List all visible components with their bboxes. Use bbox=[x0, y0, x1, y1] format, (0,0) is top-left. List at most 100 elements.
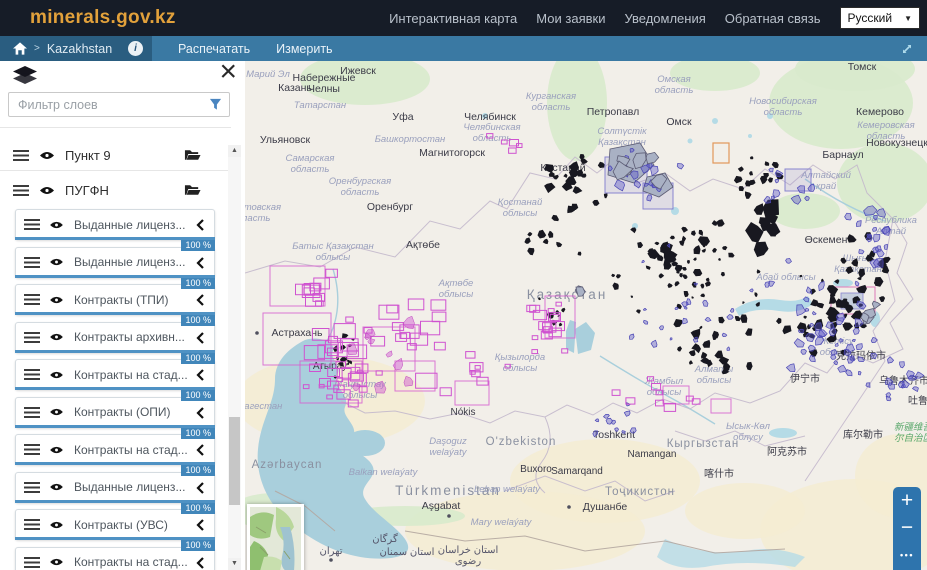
collapse-chevron-icon[interactable] bbox=[196, 219, 204, 231]
map-label: Azərbaycan bbox=[252, 459, 323, 471]
map-feature bbox=[642, 260, 645, 262]
scrollbar-thumb[interactable] bbox=[229, 417, 240, 505]
language-select[interactable]: Русский ▼ bbox=[840, 7, 920, 29]
map-feature bbox=[527, 232, 532, 236]
map-feature bbox=[856, 221, 861, 227]
eye-visibility-icon[interactable] bbox=[49, 407, 65, 417]
map-feature bbox=[727, 315, 733, 320]
close-icon[interactable]: × bbox=[219, 61, 237, 87]
filter-funnel-icon[interactable] bbox=[209, 98, 222, 111]
map-feature bbox=[871, 353, 877, 358]
map-feature bbox=[730, 308, 734, 312]
zoom-out-button[interactable]: − bbox=[893, 514, 921, 541]
layers-icon[interactable] bbox=[12, 66, 38, 93]
eye-visibility-icon[interactable] bbox=[49, 257, 65, 267]
drag-handle-icon[interactable] bbox=[24, 407, 40, 418]
drag-handle-icon[interactable] bbox=[24, 257, 40, 268]
collapse-chevron-icon[interactable] bbox=[196, 369, 204, 381]
home-icon[interactable] bbox=[13, 42, 27, 55]
nav-my-applications[interactable]: Мои заявки bbox=[536, 11, 605, 26]
layer-card: Контракты на стад...100 % bbox=[15, 359, 215, 390]
measure-button[interactable]: Измерить bbox=[276, 42, 332, 56]
drag-handle-icon[interactable] bbox=[24, 557, 40, 568]
map-feature bbox=[611, 274, 615, 277]
collapse-chevron-icon[interactable] bbox=[196, 557, 204, 569]
map-label: 阿克苏市 bbox=[767, 445, 807, 458]
map-feature bbox=[684, 291, 689, 297]
eye-visibility-icon[interactable] bbox=[39, 185, 55, 196]
map-feature bbox=[646, 152, 659, 163]
layer-card: Выданные лиценз...100 % bbox=[15, 209, 215, 240]
collapse-chevron-icon[interactable] bbox=[196, 444, 204, 456]
map-feature bbox=[699, 230, 703, 236]
eye-visibility-icon[interactable] bbox=[49, 220, 65, 230]
open-folder-icon[interactable] bbox=[184, 148, 201, 161]
drag-handle-icon[interactable] bbox=[13, 150, 29, 161]
map-feature bbox=[551, 215, 558, 221]
nav-notifications[interactable]: Уведомления bbox=[624, 11, 705, 26]
site-logo[interactable]: minerals.gov.kz bbox=[30, 7, 176, 29]
drag-handle-icon[interactable] bbox=[24, 444, 40, 455]
overview-minimap[interactable] bbox=[247, 504, 304, 570]
map-feature bbox=[651, 166, 659, 176]
collapse-chevron-icon[interactable] bbox=[196, 332, 204, 344]
eye-visibility-icon[interactable] bbox=[49, 295, 65, 305]
drag-handle-icon[interactable] bbox=[24, 519, 40, 530]
zoom-in-button[interactable]: + bbox=[893, 487, 921, 514]
collapse-chevron-icon[interactable] bbox=[196, 407, 204, 419]
nav-feedback[interactable]: Обратная связь bbox=[725, 11, 821, 26]
map-label: 库尔勒市 bbox=[843, 428, 883, 441]
collapse-chevron-icon[interactable] bbox=[196, 257, 204, 269]
eye-visibility-icon[interactable] bbox=[49, 445, 65, 455]
map-canvas[interactable]: Марий ЭлИжевскНабережныеЧелныКазаньТатар… bbox=[245, 61, 927, 570]
map-feature bbox=[742, 301, 745, 304]
drag-handle-icon[interactable] bbox=[24, 482, 40, 493]
collapse-chevron-icon[interactable] bbox=[196, 519, 204, 531]
fullscreen-expand-button[interactable] bbox=[900, 42, 914, 56]
print-button[interactable]: Распечатать bbox=[178, 42, 250, 56]
map-feature bbox=[598, 162, 605, 168]
map-feature bbox=[745, 191, 752, 199]
map-feature bbox=[556, 302, 561, 306]
panel-scrollbar[interactable]: ▲ ▼ bbox=[228, 145, 241, 570]
drag-handle-icon[interactable] bbox=[24, 219, 40, 230]
eye-visibility-icon[interactable] bbox=[49, 482, 65, 492]
map-feature bbox=[682, 274, 688, 279]
eye-visibility-icon[interactable] bbox=[39, 150, 55, 161]
eye-visibility-icon[interactable] bbox=[49, 557, 65, 567]
map-feature bbox=[856, 344, 862, 350]
collapse-chevron-icon[interactable] bbox=[196, 294, 204, 306]
nav-interactive-map[interactable]: Интерактивная карта bbox=[389, 11, 517, 26]
eye-visibility-icon[interactable] bbox=[49, 520, 65, 530]
eye-visibility-icon[interactable] bbox=[49, 332, 65, 342]
drag-handle-icon[interactable] bbox=[24, 369, 40, 380]
map-feature bbox=[677, 346, 682, 351]
breadcrumb-region[interactable]: Kazakhstan bbox=[47, 42, 112, 56]
map-label: Казань bbox=[278, 82, 312, 94]
map-feature bbox=[722, 333, 727, 336]
scroll-up-arrow[interactable]: ▲ bbox=[228, 145, 241, 157]
collapse-chevron-icon[interactable] bbox=[196, 482, 204, 494]
drag-handle-icon[interactable] bbox=[13, 185, 29, 196]
eye-visibility-icon[interactable] bbox=[49, 370, 65, 380]
map-feature bbox=[705, 318, 711, 322]
panel-divider bbox=[0, 127, 231, 128]
info-button[interactable]: i bbox=[128, 41, 143, 56]
map-feature bbox=[544, 183, 555, 193]
layer-filter bbox=[8, 92, 230, 117]
map-feature bbox=[524, 237, 530, 243]
drag-handle-icon[interactable] bbox=[24, 332, 40, 343]
map-feature bbox=[622, 431, 626, 434]
map-label: Namangan bbox=[628, 449, 677, 460]
layer-filter-input[interactable] bbox=[16, 97, 203, 113]
scroll-down-arrow[interactable]: ▼ bbox=[228, 558, 241, 570]
drag-handle-icon[interactable] bbox=[24, 294, 40, 305]
more-tools-button[interactable]: ••• bbox=[893, 541, 921, 568]
map-feature bbox=[786, 364, 795, 372]
map-feature bbox=[606, 418, 613, 424]
map-label: 伊宁市 bbox=[790, 372, 820, 385]
map-feature bbox=[853, 328, 859, 334]
map-label: Башкортостан bbox=[375, 134, 446, 145]
open-folder-icon[interactable] bbox=[184, 183, 201, 196]
map-feature bbox=[735, 316, 741, 321]
